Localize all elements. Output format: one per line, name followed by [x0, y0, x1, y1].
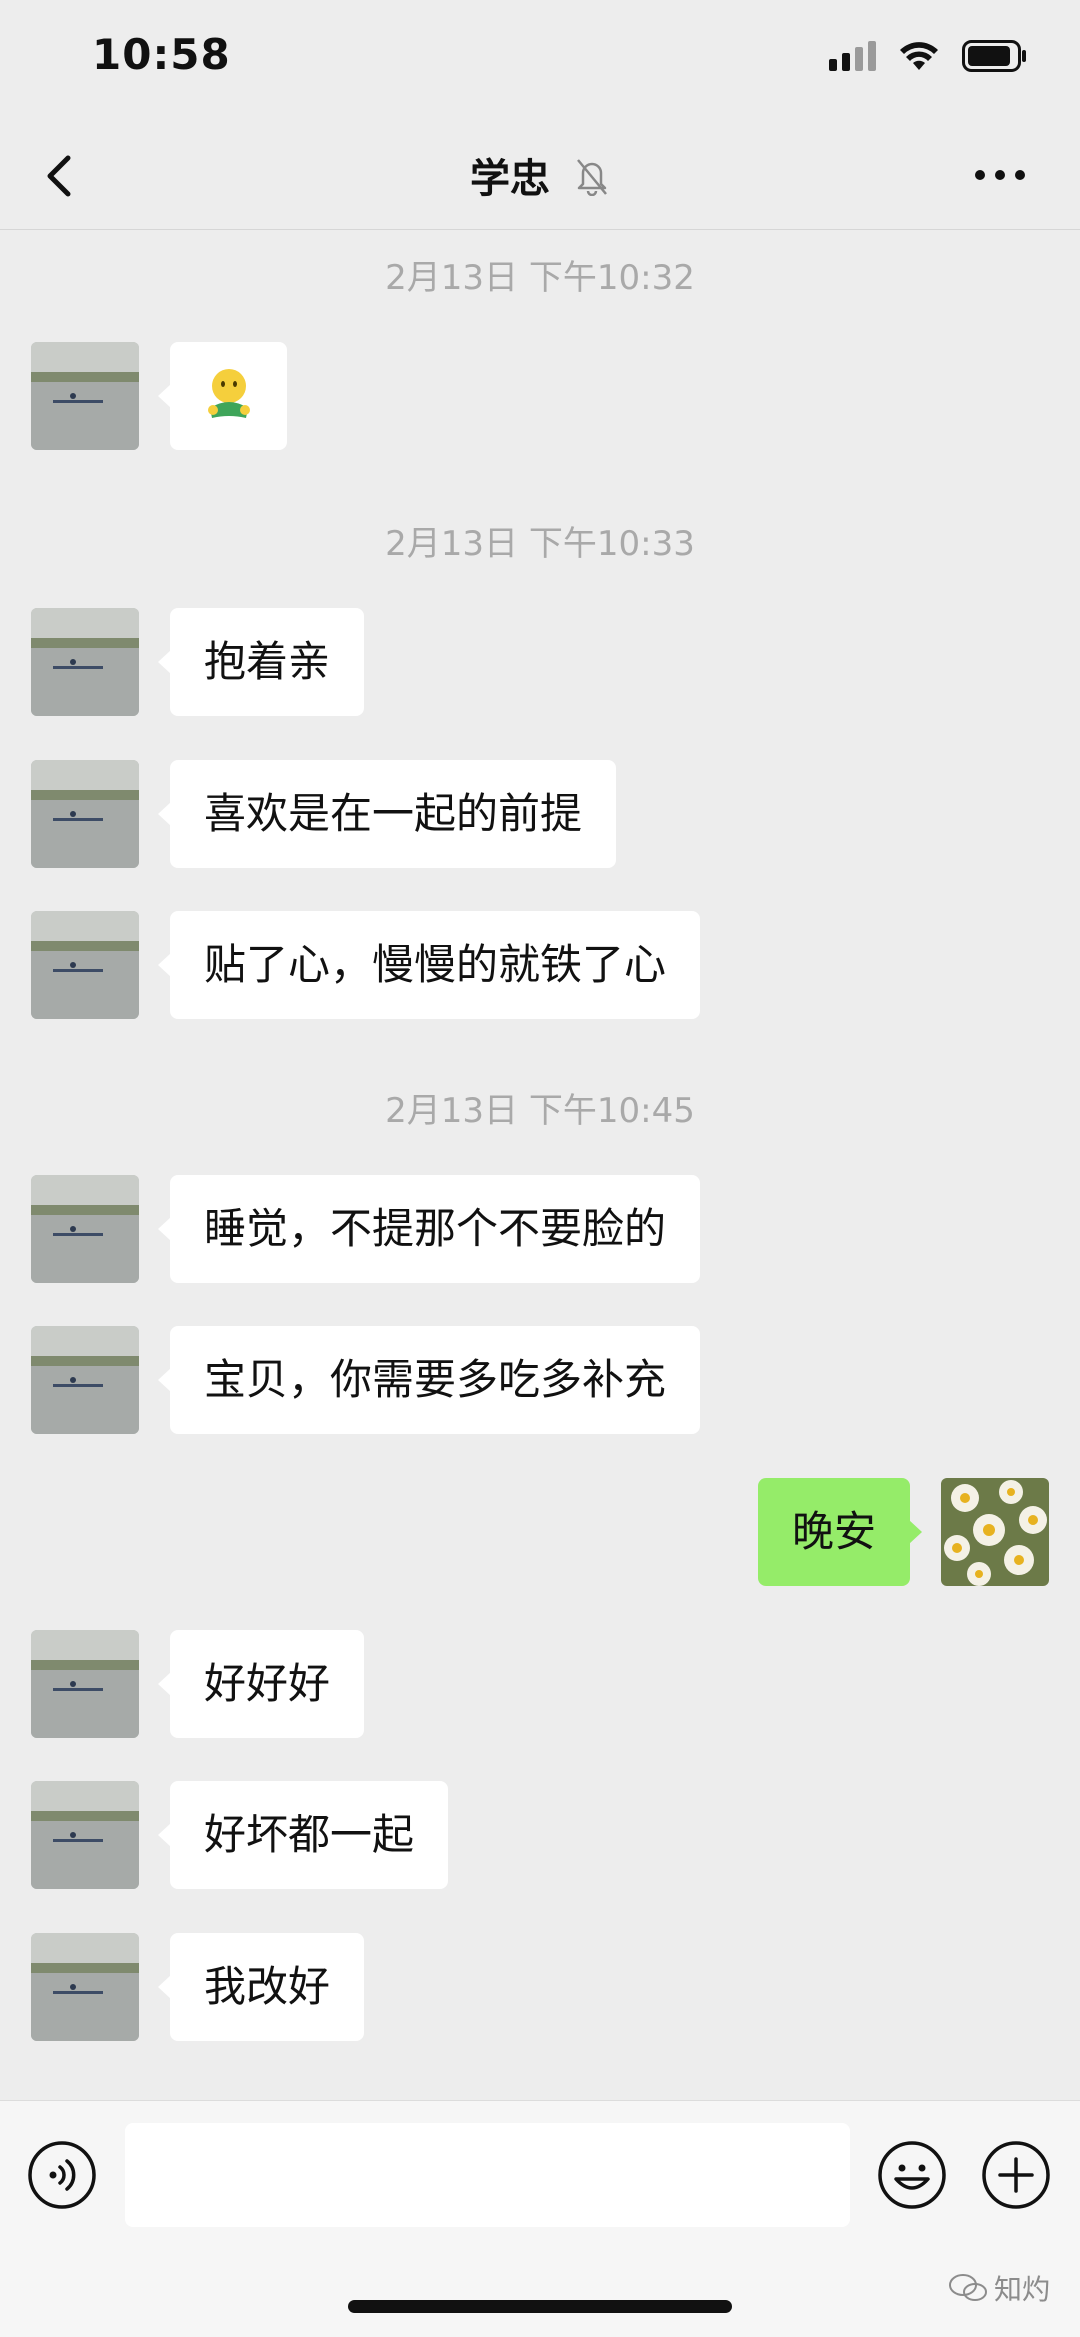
message-row: 好好好	[0, 1630, 1080, 1738]
wifi-icon	[898, 40, 940, 72]
outgoing-message-bubble[interactable]: 晚安	[757, 1478, 923, 1586]
status-time: 10:58	[92, 30, 231, 79]
message-row: 贴了心，慢慢的就铁了心	[0, 911, 1080, 1019]
voice-icon	[28, 2141, 96, 2209]
incoming-message-bubble[interactable]: 好好好	[157, 1630, 365, 1738]
message-row: 抱着亲	[0, 608, 1080, 716]
chat-title-wrap: 学忠	[0, 146, 1080, 206]
incoming-message-bubble[interactable]: 睡觉，不提那个不要脸的	[157, 1175, 701, 1283]
hug-emoji-icon	[208, 369, 250, 418]
ellipsis-icon	[975, 170, 1025, 180]
incoming-message-bubble[interactable]: 喜欢是在一起的前提	[157, 760, 617, 868]
home-indicator[interactable]	[348, 2300, 732, 2313]
voice-input-button[interactable]	[26, 2139, 98, 2211]
battery-icon	[962, 40, 1028, 72]
message-row: 宝贝，你需要多吃多补充	[0, 1326, 1080, 1434]
contact-avatar[interactable]	[31, 1175, 139, 1283]
incoming-message-bubble[interactable]: 抱着亲	[157, 608, 365, 716]
status-icons	[829, 40, 1028, 72]
message-row: 晚安	[0, 1478, 1080, 1586]
contact-avatar[interactable]	[31, 608, 139, 716]
add-attachment-button[interactable]	[980, 2139, 1052, 2211]
incoming-message-bubble[interactable]: 贴了心，慢慢的就铁了心	[157, 911, 701, 1019]
contact-avatar[interactable]	[31, 760, 139, 868]
mute-bell-icon	[574, 156, 610, 206]
plus-circle-icon	[982, 2141, 1050, 2209]
message-input[interactable]	[125, 2123, 850, 2227]
emoji-button[interactable]	[876, 2139, 948, 2211]
contact-avatar[interactable]	[31, 1630, 139, 1738]
incoming-message-bubble[interactable]: 我改好	[157, 1933, 365, 2041]
watermark-text: 知灼	[993, 2273, 1050, 2306]
message-row	[0, 342, 1080, 450]
smiley-icon	[878, 2141, 946, 2209]
emoji-message-bubble[interactable]	[158, 342, 287, 450]
more-options-button[interactable]	[970, 160, 1030, 190]
watermark: 知灼	[948, 2268, 1050, 2308]
message-row: 睡觉，不提那个不要脸的	[0, 1175, 1080, 1283]
contact-avatar[interactable]	[31, 1781, 139, 1889]
message-timestamp: 2月13日 下午10:32	[385, 258, 695, 298]
contact-avatar[interactable]	[31, 1326, 139, 1434]
message-timestamp: 2月13日 下午10:33	[385, 524, 695, 564]
contact-avatar[interactable]	[31, 342, 139, 450]
my-avatar[interactable]	[941, 1478, 1049, 1586]
message-timestamp: 2月13日 下午10:45	[385, 1091, 695, 1131]
chat-header: 学忠	[0, 120, 1080, 230]
cellular-signal-icon	[829, 41, 876, 71]
incoming-message-bubble[interactable]: 好坏都一起	[157, 1781, 449, 1889]
contact-avatar[interactable]	[31, 1933, 139, 2041]
message-row: 我改好	[0, 1933, 1080, 2041]
chat-title: 学忠	[470, 156, 551, 202]
status-bar: 10:58	[0, 0, 1080, 120]
message-row: 喜欢是在一起的前提	[0, 760, 1080, 868]
wechat-logo-icon	[948, 2274, 987, 2301]
contact-avatar[interactable]	[31, 911, 139, 1019]
incoming-message-bubble[interactable]: 宝贝，你需要多吃多补充	[157, 1326, 701, 1434]
message-row: 好坏都一起	[0, 1781, 1080, 1889]
